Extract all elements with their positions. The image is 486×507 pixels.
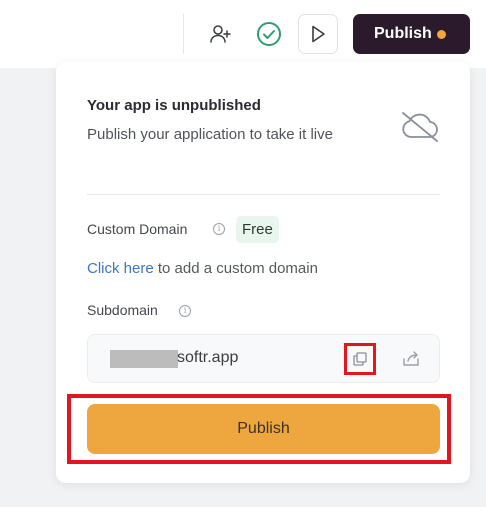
click-here-link[interactable]: Click here [87,260,154,277]
check-circle-icon[interactable] [255,20,283,48]
info-icon[interactable]: i [213,223,225,235]
info-icon[interactable]: i [179,305,191,317]
add-user-icon[interactable] [206,20,234,48]
play-icon[interactable] [298,14,338,54]
copy-icon [353,352,367,366]
panel-title: Your app is unpublished [87,97,261,114]
free-badge: Free [236,216,279,243]
top-bar: Publish [0,0,486,68]
top-publish-button[interactable]: Publish [353,14,470,54]
custom-domain-label: Custom Domain [87,221,188,237]
panel-subtitle: Publish your application to take it live [87,126,333,143]
publish-button[interactable]: Publish [87,404,440,454]
top-publish-label: Publish [374,25,432,42]
subdomain-field[interactable]: softr.app [87,334,440,383]
cloud-off-icon [399,110,441,144]
custom-domain-hint-text: to add a custom domain [153,260,318,277]
toolbar-divider [183,14,184,54]
custom-domain-hint: Click here to add a custom domain [87,260,318,277]
redacted-subdomain-prefix [110,350,178,368]
unpublished-status-dot [437,30,446,39]
open-subdomain-button[interactable] [400,348,422,370]
external-link-icon [403,351,419,366]
subdomain-value: softr.app [177,349,239,366]
subdomain-label: Subdomain [87,302,158,318]
publish-panel: Your app is unpublished Publish your app… [56,62,470,483]
copy-subdomain-button[interactable] [344,343,376,375]
section-divider [87,194,440,195]
